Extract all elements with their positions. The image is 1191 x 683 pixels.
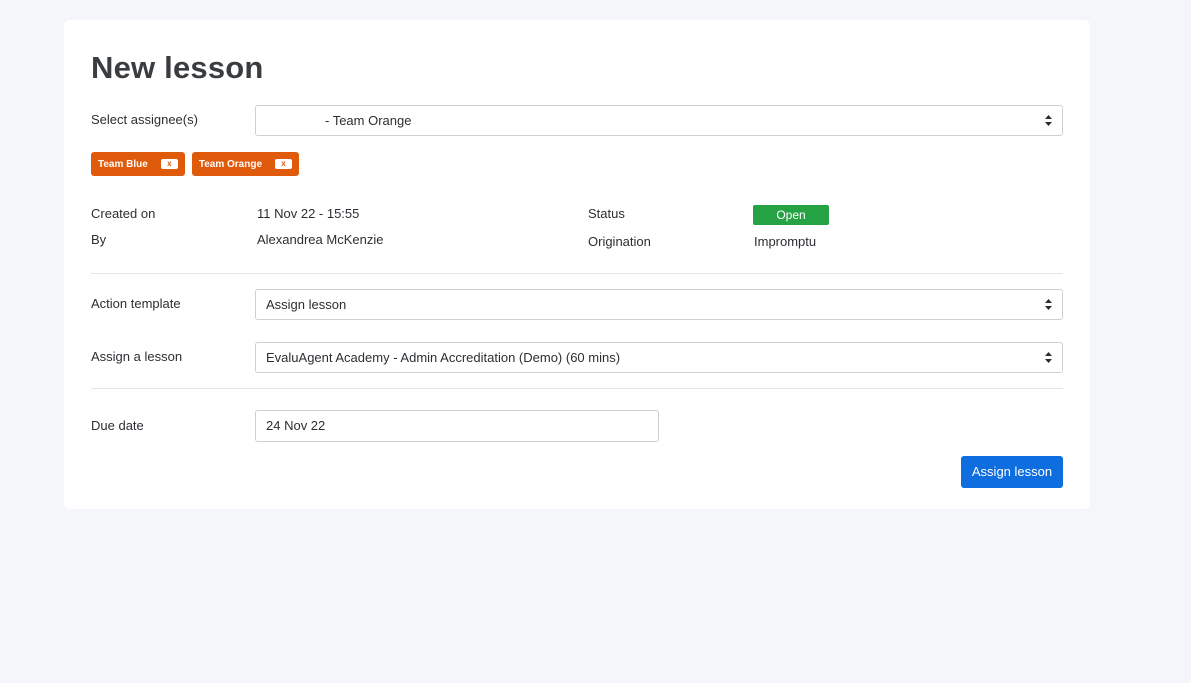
origination-label: Origination [588,234,651,249]
assign-lesson-button[interactable]: Assign lesson [961,456,1063,488]
divider [91,273,1063,274]
created-on-value: 11 Nov 22 - 15:55 [257,206,360,221]
status-badge: Open [753,205,829,225]
action-template-value: Assign lesson [266,297,347,312]
assignee-tag-team-blue[interactable]: Team Blue x [91,152,185,176]
updown-caret-icon [1045,299,1052,310]
divider [91,388,1063,389]
updown-caret-icon [1045,352,1052,363]
assignee-label: Select assignee(s) [91,112,198,127]
assignee-tags: Team Blue x Team Orange x [91,152,300,176]
created-on-label: Created on [91,206,156,221]
action-template-select[interactable]: Assign lesson [255,289,1063,320]
remove-tag-icon[interactable]: x [160,159,178,169]
lesson-select-value: EvaluAgent Academy - Admin Accreditation… [266,350,621,365]
assignee-tag-team-orange[interactable]: Team Orange x [191,152,300,176]
tag-label: Team Blue [98,158,148,170]
action-template-label: Action template [91,296,181,311]
tag-label: Team Orange [198,158,263,170]
lesson-label: Assign a lesson [91,349,183,364]
assignee-select-value: - Team Orange [325,113,412,128]
due-date-label: Due date [91,418,144,433]
new-lesson-card: New lesson Select assignee(s) - Team Ora… [64,20,1090,509]
status-label: Status [588,206,625,221]
due-date-input[interactable]: 24 Nov 22 [255,410,659,442]
origination-value: Impromptu [754,234,817,249]
page-title: New lesson [91,50,264,85]
remove-tag-icon[interactable]: x [275,159,293,169]
assignee-select[interactable]: - Team Orange [255,105,1063,136]
lesson-select[interactable]: EvaluAgent Academy - Admin Accreditation… [255,342,1063,373]
by-label: By [91,232,107,247]
by-value: Alexandrea McKenzie [257,232,384,247]
updown-caret-icon [1045,115,1052,126]
